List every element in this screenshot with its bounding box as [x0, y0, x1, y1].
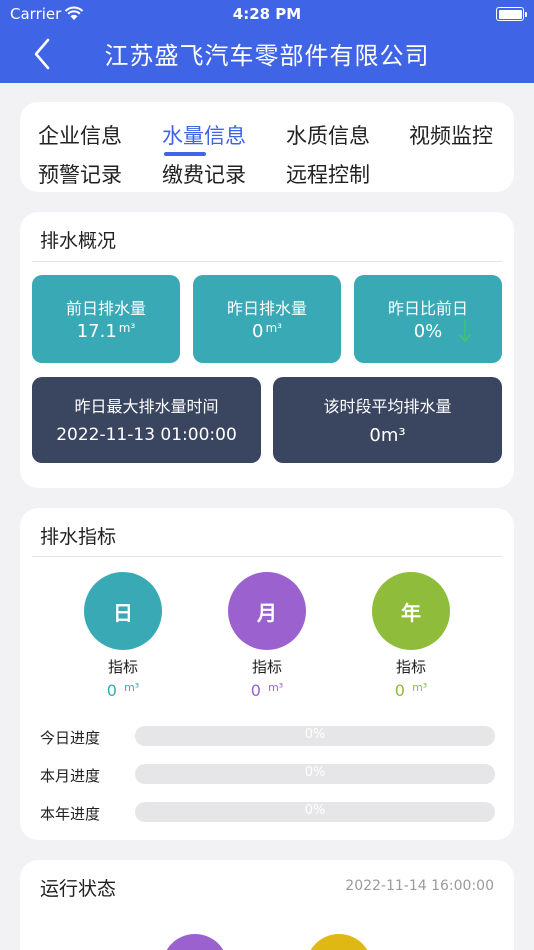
- status-indicator-purple: [162, 934, 228, 950]
- max-time-box: 昨日最大排水量时间 2022-11-13 01:00:00: [32, 377, 261, 463]
- run-status-title: 运行状态: [40, 878, 117, 900]
- max-time-value: 2022-11-13 01:00:00: [56, 425, 237, 445]
- ratio-box: 昨日比前日 0%: [354, 275, 502, 363]
- indicator-card: 排水指标 日 指标 0 m³ 月 指标 0 m³ 年 指标 0 m³ 今日进度 …: [20, 508, 514, 840]
- tab-payment-records[interactable]: 缴费记录: [162, 159, 246, 189]
- month-indicator-label: 指标: [251, 658, 282, 676]
- divider: [32, 261, 502, 262]
- year-indicator-label: 指标: [395, 658, 426, 676]
- tab-remote-control[interactable]: 远程控制: [286, 159, 370, 189]
- overview-card: 排水概况 前日排水量 17.1 m³ 昨日排水量 0 m³ 昨日比前日 0% 昨日最…: [20, 212, 514, 488]
- avg-volume-box: 该时段平均排水量 0m³: [273, 377, 502, 463]
- tab-alert-records[interactable]: 预警记录: [38, 159, 122, 189]
- year-progress-text: 0%: [304, 803, 326, 818]
- arrow-down-icon: [459, 319, 471, 343]
- tab-water-volume[interactable]: 水量信息: [162, 120, 246, 150]
- max-time-label: 昨日最大排水量时间: [74, 397, 219, 416]
- battery-icon: [496, 7, 527, 21]
- ratio-label: 昨日比前日: [387, 299, 468, 318]
- indicator-title: 排水指标: [40, 526, 117, 548]
- month-progress-bar: 0%: [135, 764, 495, 784]
- overview-title: 排水概况: [40, 230, 117, 252]
- year-indicator-value: 0 m³: [394, 681, 428, 700]
- yesterday-volume-box: 昨日排水量 0 m³: [193, 275, 341, 363]
- app-header: Carrier 4:28 PM 江苏盛飞汽车零部件有限公司: [0, 0, 534, 83]
- month-progress-text: 0%: [304, 765, 326, 780]
- year-progress-bar: 0%: [135, 802, 495, 822]
- tab-video-monitor[interactable]: 视频监控: [409, 120, 493, 150]
- ratio-value: 0%: [413, 321, 443, 342]
- prev-day-volume-box: 前日排水量 17.1 m³: [32, 275, 180, 363]
- tab-water-quality[interactable]: 水质信息: [286, 120, 370, 150]
- day-indicator-value: 0 m³: [106, 681, 140, 700]
- divider: [32, 556, 502, 557]
- day-badge: 日: [84, 572, 162, 650]
- year-badge: 年: [372, 572, 450, 650]
- avg-value: 0m³: [369, 425, 406, 446]
- month-badge: 月: [228, 572, 306, 650]
- yesterday-value: 0 m³: [252, 321, 282, 342]
- run-status-time: 2022-11-14 16:00:00: [345, 878, 494, 894]
- year-progress-label: 本年进度: [40, 805, 101, 823]
- run-status-card: 运行状态 2022-11-14 16:00:00: [20, 860, 514, 950]
- avg-label: 该时段平均排水量: [323, 397, 452, 416]
- status-bar: Carrier 4:28 PM: [0, 0, 534, 28]
- tab-company-info[interactable]: 企业信息: [38, 120, 122, 150]
- today-progress-bar: 0%: [135, 726, 495, 746]
- month-indicator-value: 0 m³: [250, 681, 284, 700]
- today-progress-text: 0%: [304, 727, 326, 742]
- page-title: 江苏盛飞汽车零部件有限公司: [104, 42, 430, 70]
- clock: 4:28 PM: [232, 5, 302, 23]
- month-progress-label: 本月进度: [40, 767, 101, 785]
- day-indicator-label: 指标: [107, 658, 138, 676]
- yesterday-label: 昨日排水量: [226, 299, 307, 318]
- active-tab-indicator: [164, 152, 206, 156]
- prev-day-value: 17.1 m³: [76, 321, 136, 342]
- status-indicator-yellow: [306, 934, 372, 950]
- prev-day-label: 前日排水量: [65, 299, 146, 318]
- today-progress-label: 今日进度: [40, 729, 101, 747]
